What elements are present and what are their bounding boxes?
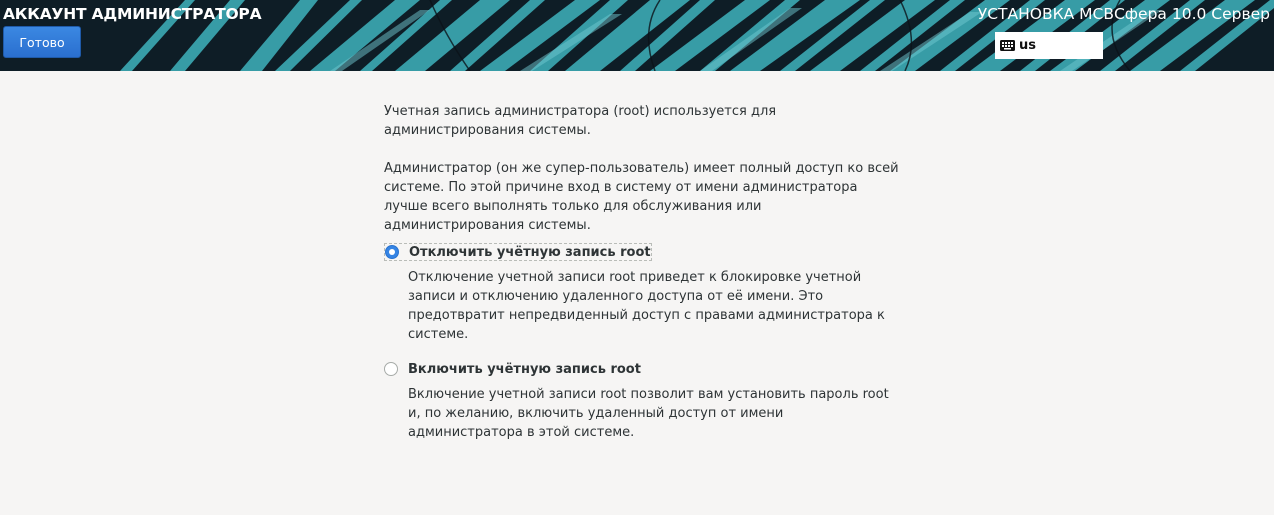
keyboard-layout-label: us <box>1019 38 1036 53</box>
keyboard-icon <box>1000 40 1015 51</box>
enable-root-label[interactable]: Включить учётную запись root <box>408 360 641 379</box>
disable-root-description: Отключение учетной записи root приведет … <box>408 270 885 342</box>
enable-root-option[interactable]: Включить учётную запись root Включение у… <box>384 359 904 442</box>
disable-root-label[interactable]: Отключить учётную запись root <box>409 243 651 262</box>
done-button[interactable]: Готово <box>3 26 81 58</box>
disable-root-option[interactable]: Отключить учётную запись root Отключение… <box>384 242 904 344</box>
root-account-content: Учетная запись администратора (root) исп… <box>384 102 904 442</box>
enable-root-description: Включение учетной записи root позволит в… <box>408 387 889 440</box>
enable-root-radio[interactable] <box>384 362 398 376</box>
header-banner: АККАУНТ АДМИНИСТРАТОРА Готово УСТАНОВКА … <box>0 0 1274 71</box>
warning-text: Администратор (он же супер-пользователь)… <box>384 161 899 233</box>
intro-text: Учетная запись администратора (root) исп… <box>384 104 777 138</box>
keyboard-layout-indicator[interactable]: us <box>995 32 1103 59</box>
page-title: АККАУНТ АДМИНИСТРАТОРА <box>3 5 262 23</box>
focus-ring: Отключить учётную запись root <box>384 243 652 261</box>
product-title: УСТАНОВКА МСВСфера 10.0 Сервер <box>977 5 1270 23</box>
disable-root-radio[interactable] <box>385 245 399 259</box>
